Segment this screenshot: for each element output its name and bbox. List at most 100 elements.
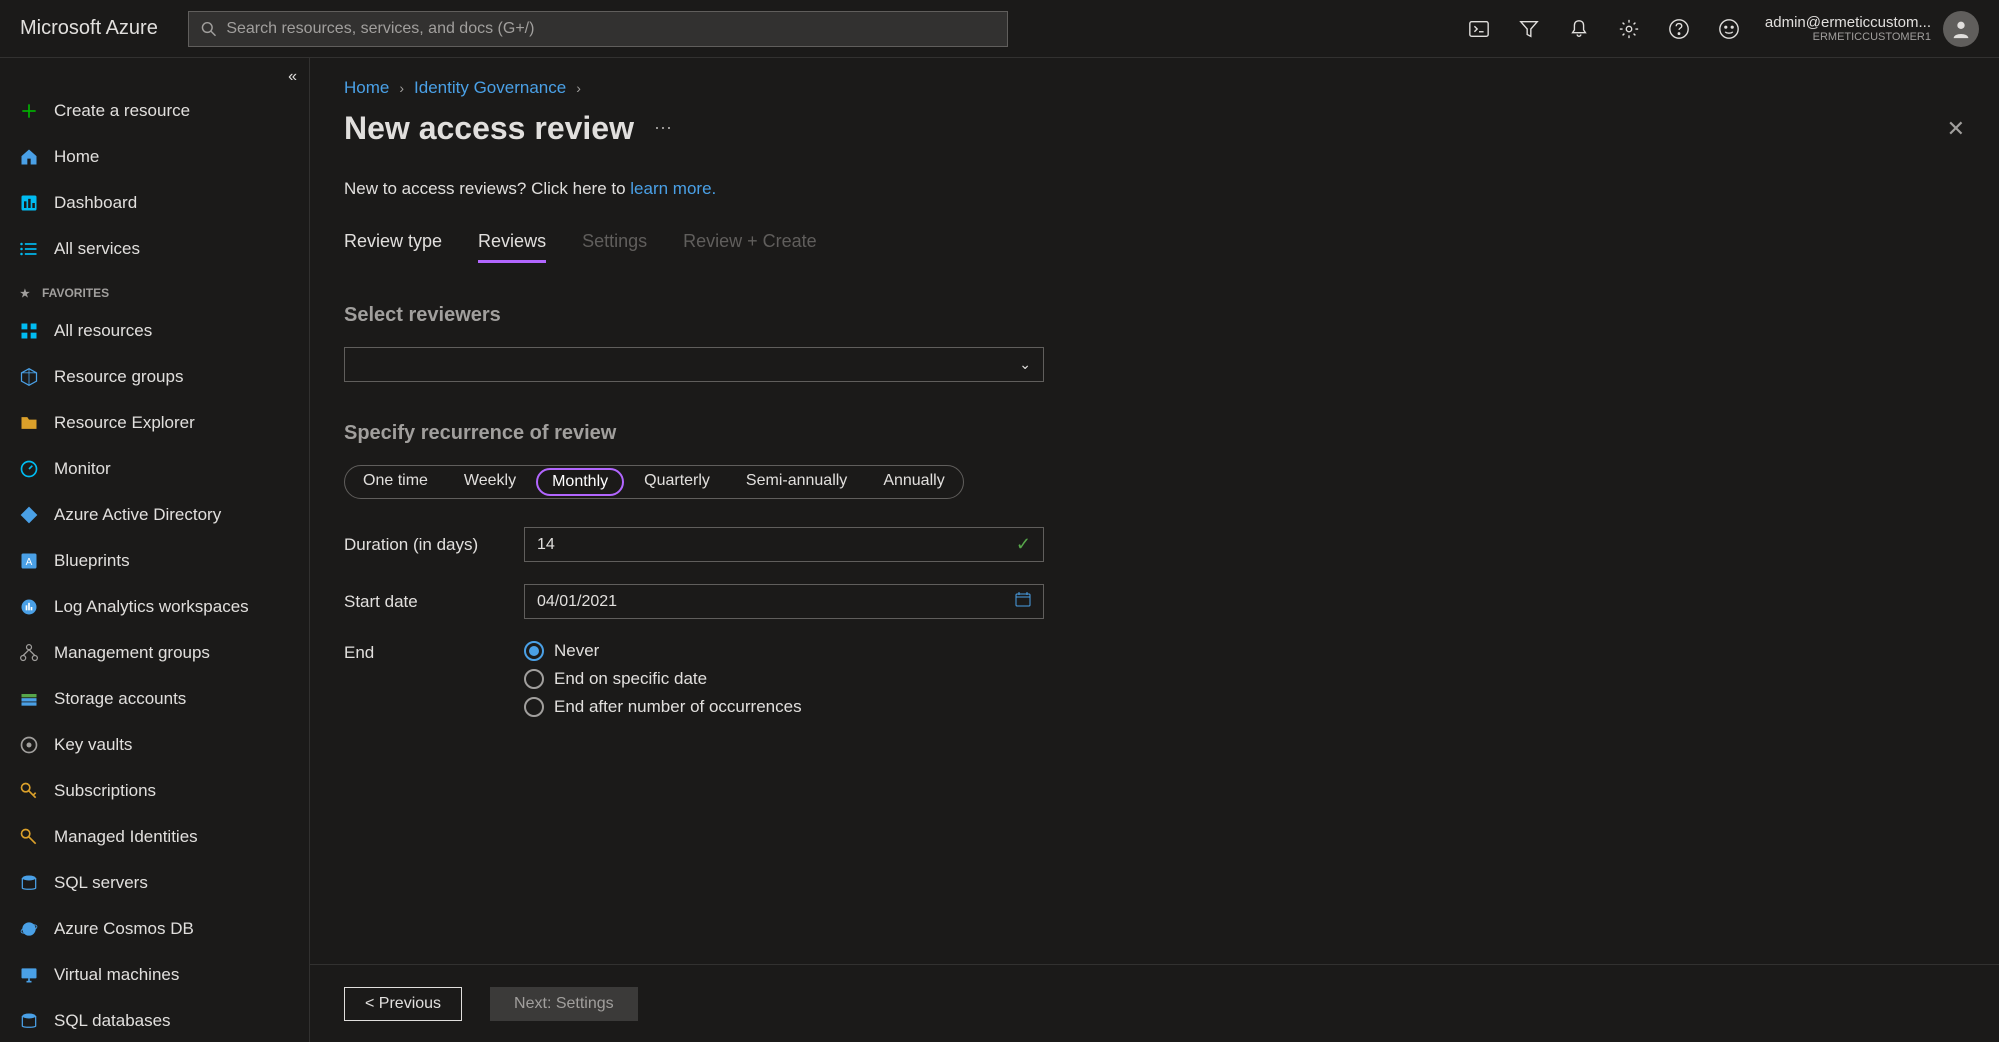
sidebar: « Create a resource Home Dashboard All s… <box>0 58 310 1042</box>
close-icon[interactable]: ✕ <box>1947 116 1965 142</box>
sidebar-item-storage[interactable]: Storage accounts <box>0 676 309 722</box>
gauge-icon <box>18 458 40 480</box>
directory-filter-icon[interactable] <box>1518 18 1540 40</box>
diamond-icon <box>18 504 40 526</box>
pill-one-time[interactable]: One time <box>345 466 446 498</box>
start-date-label: Start date <box>344 592 524 612</box>
avatar-icon <box>1950 18 1972 40</box>
top-header: Microsoft Azure admin@ermeticcustom... E… <box>0 0 1999 58</box>
radio-label: End after number of occurrences <box>554 697 802 717</box>
learn-more-link[interactable]: learn more. <box>630 179 716 198</box>
sidebar-item-all-resources[interactable]: All resources <box>0 308 309 354</box>
sidebar-item-monitor[interactable]: Monitor <box>0 446 309 492</box>
pill-weekly[interactable]: Weekly <box>446 466 534 498</box>
collapse-sidebar-icon[interactable]: « <box>288 68 297 86</box>
sidebar-item-label: Virtual machines <box>54 965 179 985</box>
radio-end-specific-date[interactable]: End on specific date <box>524 669 802 689</box>
footer-bar: < Previous Next: Settings <box>310 964 1999 1042</box>
check-icon: ✓ <box>1016 534 1031 555</box>
key-icon <box>18 826 40 848</box>
dashboard-icon <box>18 192 40 214</box>
sidebar-item-resource-explorer[interactable]: Resource Explorer <box>0 400 309 446</box>
chevron-down-icon: ⌄ <box>1019 356 1031 373</box>
settings-icon[interactable] <box>1618 18 1640 40</box>
sidebar-item-sql-servers[interactable]: SQL servers <box>0 860 309 906</box>
duration-input-wrap[interactable]: ✓ <box>524 527 1044 562</box>
radio-end-occurrences[interactable]: End after number of occurrences <box>524 697 802 717</box>
sidebar-item-key-vaults[interactable]: Key vaults <box>0 722 309 768</box>
radio-icon <box>524 641 544 661</box>
radio-icon <box>524 697 544 717</box>
storage-icon <box>18 688 40 710</box>
sidebar-item-cosmos[interactable]: Azure Cosmos DB <box>0 906 309 952</box>
avatar[interactable] <box>1943 11 1979 47</box>
sidebar-item-subscriptions[interactable]: Subscriptions <box>0 768 309 814</box>
brand-label: Microsoft Azure <box>20 17 158 40</box>
sidebar-item-label: SQL servers <box>54 873 148 893</box>
tab-reviews[interactable]: Reviews <box>478 231 546 263</box>
sidebar-item-label: Azure Active Directory <box>54 505 221 525</box>
reviewers-select[interactable]: ⌄ <box>344 347 1044 382</box>
sql-icon <box>18 1010 40 1032</box>
grid-icon <box>18 320 40 342</box>
sidebar-item-label: Azure Cosmos DB <box>54 919 194 939</box>
sidebar-item-dashboard[interactable]: Dashboard <box>0 180 309 226</box>
sidebar-item-label: Subscriptions <box>54 781 156 801</box>
radio-label: End on specific date <box>554 669 707 689</box>
feedback-icon[interactable] <box>1718 18 1740 40</box>
tab-review-type[interactable]: Review type <box>344 231 442 263</box>
pill-monthly[interactable]: Monthly <box>536 468 624 496</box>
tab-settings: Settings <box>582 231 647 263</box>
home-icon <box>18 146 40 168</box>
pill-semi-annually[interactable]: Semi-annually <box>728 466 865 498</box>
sidebar-item-all-services[interactable]: All services <box>0 226 309 272</box>
sidebar-item-label: Home <box>54 147 99 167</box>
breadcrumb-identity[interactable]: Identity Governance <box>414 78 566 98</box>
next-button: Next: Settings <box>490 987 638 1021</box>
blueprint-icon: A <box>18 550 40 572</box>
intro-text-body: New to access reviews? Click here to <box>344 179 630 198</box>
sidebar-item-label: Resource groups <box>54 367 183 387</box>
search-icon <box>201 21 216 37</box>
duration-input[interactable] <box>537 536 1016 554</box>
sql-icon <box>18 872 40 894</box>
sidebar-item-management-groups[interactable]: Management groups <box>0 630 309 676</box>
mgmt-icon <box>18 642 40 664</box>
sidebar-item-resource-groups[interactable]: Resource groups <box>0 354 309 400</box>
pill-quarterly[interactable]: Quarterly <box>626 466 728 498</box>
sidebar-item-create-resource[interactable]: Create a resource <box>0 88 309 134</box>
search-input[interactable] <box>226 20 995 38</box>
notifications-icon[interactable] <box>1568 18 1590 40</box>
sidebar-item-label: SQL databases <box>54 1011 171 1031</box>
end-label: End <box>344 641 524 663</box>
sidebar-item-label: Blueprints <box>54 551 130 571</box>
sidebar-item-aad[interactable]: Azure Active Directory <box>0 492 309 538</box>
radio-end-never[interactable]: Never <box>524 641 802 661</box>
main-content: Home › Identity Governance › New access … <box>310 58 1999 1042</box>
sidebar-item-log-analytics[interactable]: Log Analytics workspaces <box>0 584 309 630</box>
more-actions-icon[interactable]: ⋯ <box>654 118 672 139</box>
cloud-shell-icon[interactable] <box>1468 18 1490 40</box>
duration-label: Duration (in days) <box>344 535 524 555</box>
sidebar-item-vms[interactable]: Virtual machines <box>0 952 309 998</box>
breadcrumb: Home › Identity Governance › <box>344 78 1965 98</box>
sidebar-item-label: Create a resource <box>54 101 190 121</box>
start-date-input[interactable] <box>537 593 1015 611</box>
sidebar-item-sql-databases[interactable]: SQL databases <box>0 998 309 1042</box>
pill-annually[interactable]: Annually <box>865 466 962 498</box>
sidebar-item-label: All resources <box>54 321 152 341</box>
global-search[interactable] <box>188 11 1008 47</box>
sidebar-item-managed-identities[interactable]: Managed Identities <box>0 814 309 860</box>
previous-button[interactable]: < Previous <box>344 987 462 1021</box>
sidebar-item-blueprints[interactable]: A Blueprints <box>0 538 309 584</box>
help-icon[interactable] <box>1668 18 1690 40</box>
breadcrumb-home[interactable]: Home <box>344 78 389 98</box>
account-block[interactable]: admin@ermeticcustom... ERMETICCUSTOMER1 <box>1765 11 1979 47</box>
calendar-icon[interactable] <box>1015 591 1031 612</box>
chevron-right-icon: › <box>399 80 404 96</box>
svg-text:A: A <box>26 557 33 568</box>
radio-label: Never <box>554 641 599 661</box>
start-date-input-wrap[interactable] <box>524 584 1044 619</box>
tabs: Review type Reviews Settings Review + Cr… <box>344 231 1965 264</box>
sidebar-item-home[interactable]: Home <box>0 134 309 180</box>
